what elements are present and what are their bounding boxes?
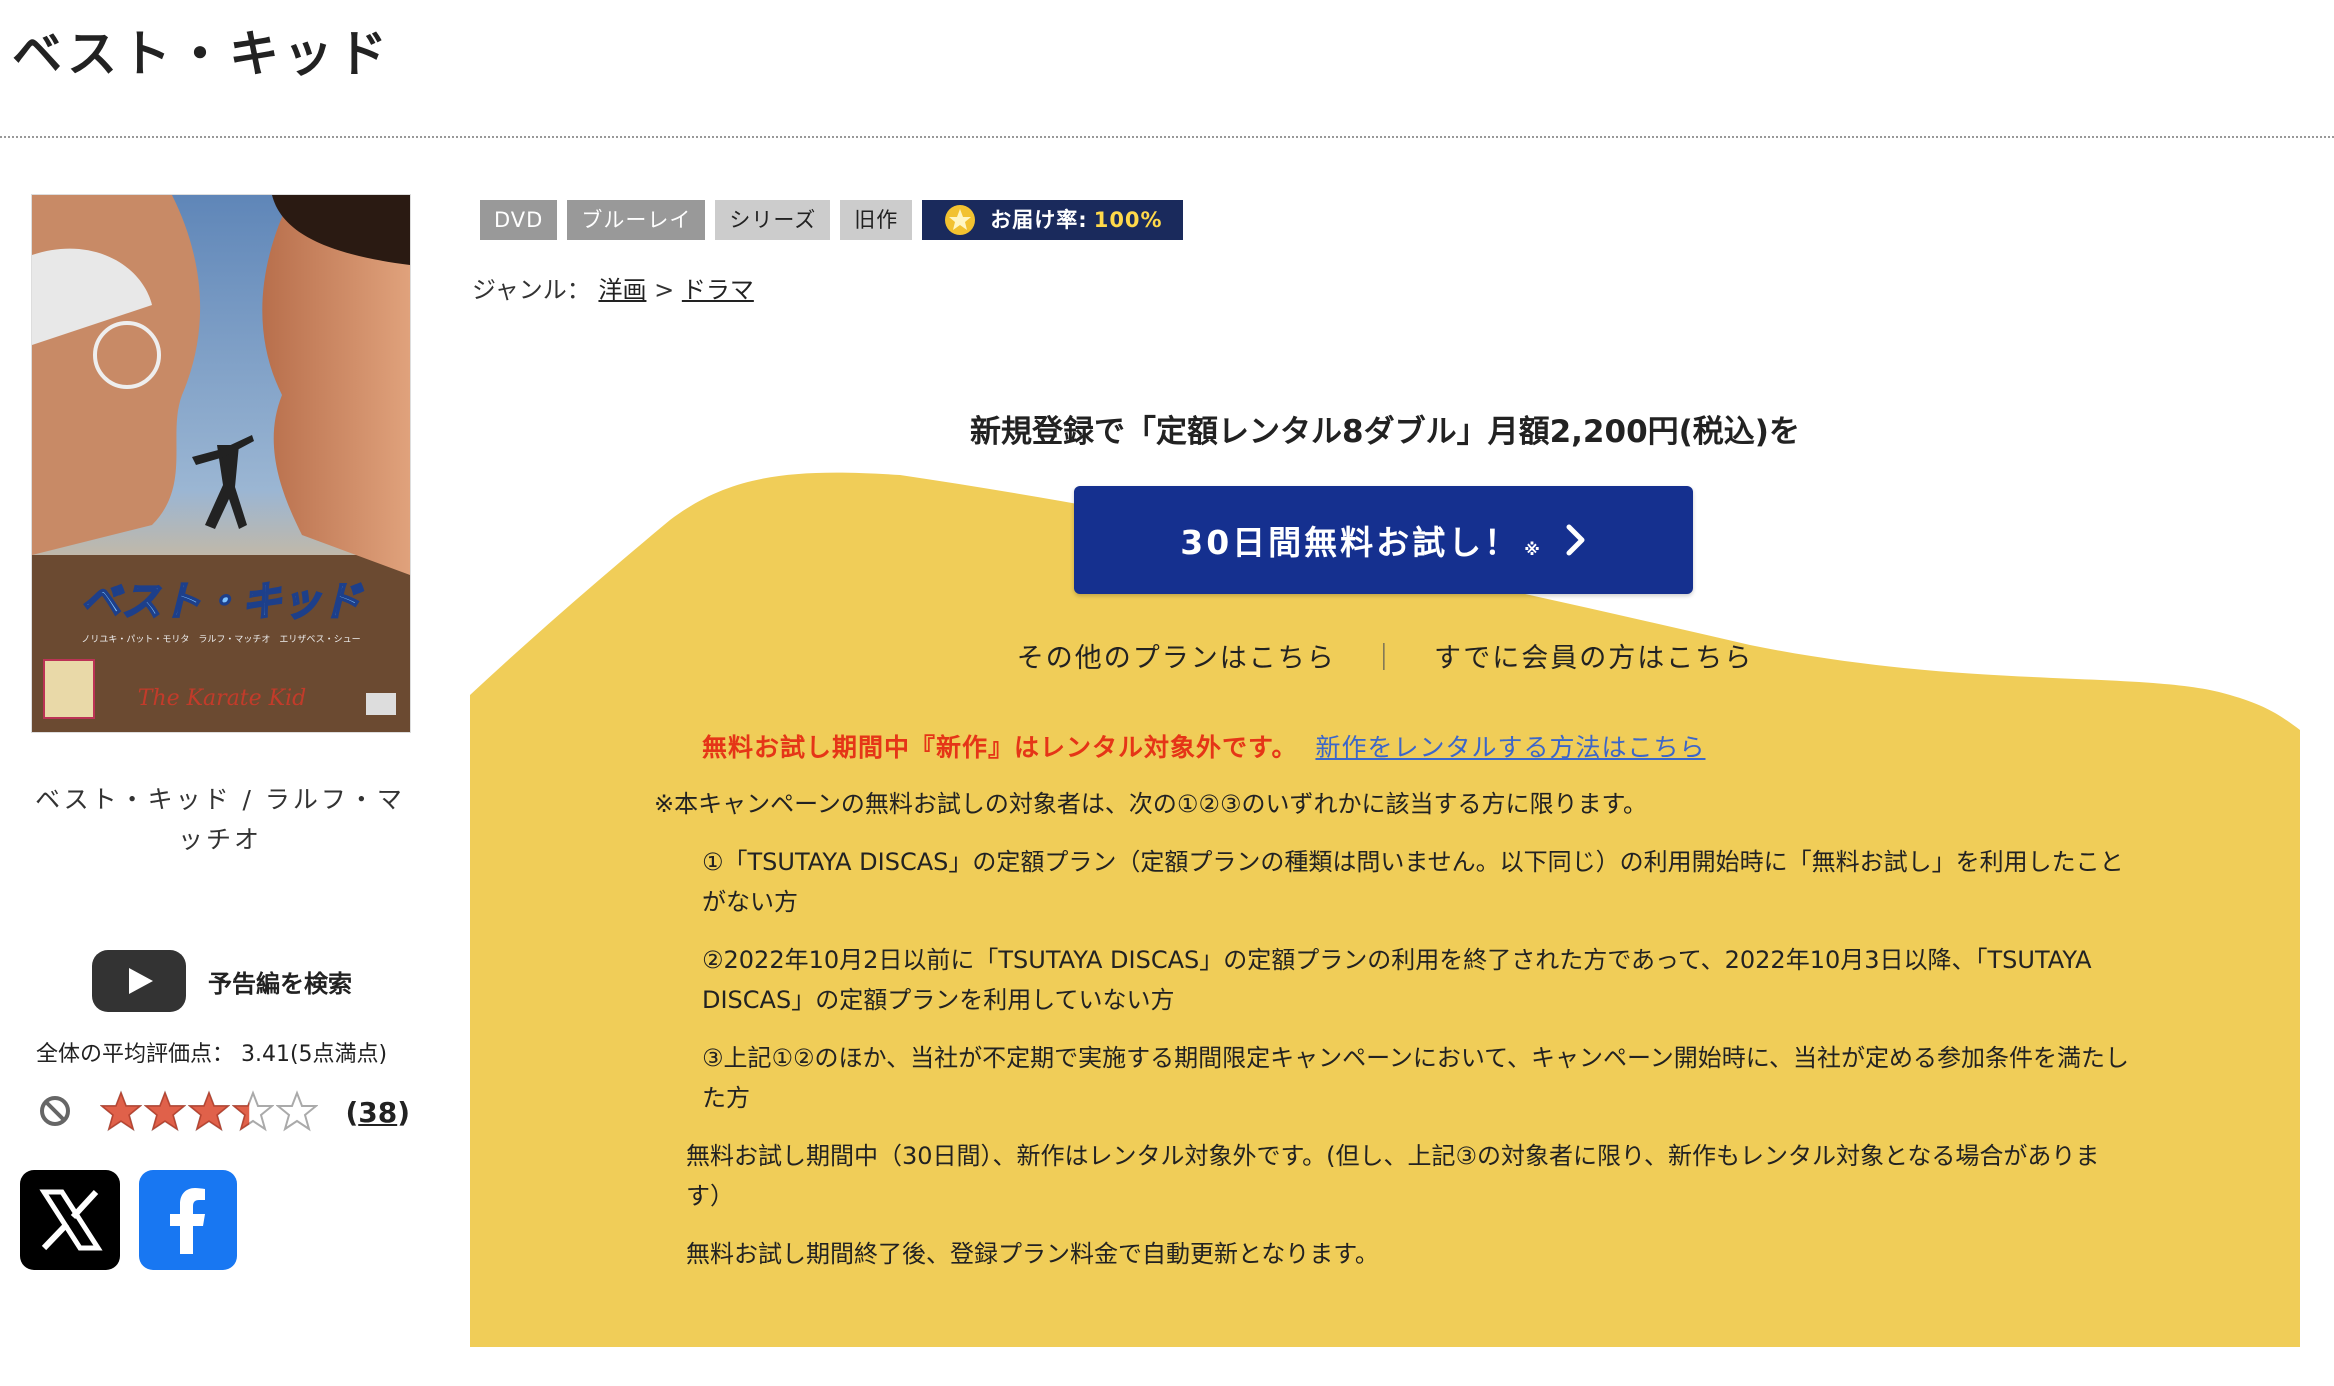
- rating-star-icon: [276, 1090, 318, 1132]
- youtube-play-icon: [92, 950, 186, 1012]
- terms-item-2: ②2022年10月2日以前に「TSUTAYA DISCAS」の定額プランの利用を…: [702, 946, 2092, 1014]
- badge-series: シリーズ: [715, 200, 831, 240]
- genre-link-child[interactable]: ドラマ: [682, 276, 754, 304]
- chevron-right-icon: [1566, 524, 1585, 556]
- badge-dvd: DVD: [480, 200, 558, 240]
- delivery-rate-label: お届け率:: [990, 208, 1088, 232]
- rating-star-icon: [232, 1090, 274, 1132]
- genre-label: ジャンル：: [472, 276, 591, 304]
- header-divider: [0, 136, 2334, 138]
- review-count-close: ): [397, 1096, 410, 1129]
- facebook-logo-icon: [170, 1188, 205, 1254]
- new-release-notice: 無料お試し期間中『新作』はレンタル対象外です。 新作をレンタルする方法はこちら: [702, 728, 1705, 764]
- star-rating: [100, 1090, 320, 1136]
- poster-artwork: ベスト・キッド ノリユキ・パット・モリタ ラルフ・マッチオ エリザベス・シュー …: [32, 195, 410, 732]
- x-share-button[interactable]: [20, 1170, 120, 1270]
- free-trial-label: 30日間無料お試し！: [1180, 523, 1521, 562]
- poster-caption: ベスト・キッド / ラルフ・マッチオ: [35, 785, 405, 854]
- poster-title-art: ベスト・キッド: [81, 579, 364, 625]
- delivery-rate-value: 100%: [1093, 208, 1163, 232]
- terms-item-3: ③上記①②のほか、当社が不定期で実施する期間限定キャンペーンにおいて、キャンペー…: [702, 1044, 2130, 1112]
- free-trial-note-mark: ※: [1524, 539, 1543, 559]
- new-release-warning: 無料お試し期間中『新作』はレンタル対象外です。: [702, 733, 1298, 762]
- terms-auto-renew-note: 無料お試し期間終了後、登録プラン料金で自動更新となります。: [686, 1240, 1379, 1268]
- rating-star-icon: [144, 1090, 186, 1132]
- svg-text:The Karate Kid: The Karate Kid: [138, 686, 306, 711]
- genre-breadcrumb: ジャンル： 洋画 > ドラマ: [472, 270, 754, 305]
- member-login-link[interactable]: すでに会員の方はこちら: [1434, 643, 1753, 674]
- movie-poster[interactable]: ベスト・キッド ノリユキ・パット・モリタ ラルフ・マッチオ エリザベス・シュー …: [31, 194, 411, 733]
- badge-bluray: ブルーレイ: [567, 200, 706, 240]
- average-rating-text: 全体の平均評価点： 3.41(5点満点): [36, 1042, 388, 1067]
- badge-old-release: 旧作: [840, 200, 913, 240]
- trailer-search-button[interactable]: 予告編を検索: [92, 950, 352, 1012]
- terms-intro: ※本キャンペーンの無料お試しの対象者は、次の①②③のいずれかに該当する方に限りま…: [654, 790, 1648, 818]
- no-entry-icon[interactable]: [38, 1094, 72, 1128]
- rating-star-icon: [100, 1090, 142, 1132]
- genre-link-parent[interactable]: 洋画: [598, 276, 646, 304]
- format-badges: DVD ブルーレイ シリーズ 旧作 お届け率: 100%: [480, 200, 1193, 240]
- genre-separator: >: [654, 276, 675, 304]
- free-trial-button[interactable]: 30日間無料お試し！ ※: [1074, 486, 1693, 594]
- review-count-open: (: [345, 1096, 359, 1129]
- trailer-search-label: 予告編を検索: [208, 969, 352, 998]
- facebook-share-button[interactable]: [139, 1170, 237, 1270]
- review-count[interactable]: (38): [345, 1096, 410, 1129]
- gold-star-icon: [945, 205, 976, 235]
- campaign-headline: 新規登録で「定額レンタル8ダブル」月額2,200円(税込)を: [970, 414, 1800, 450]
- poster-cast-art: ノリユキ・パット・モリタ ラルフ・マッチオ エリザベス・シュー: [81, 634, 360, 645]
- rating-star-icon: [188, 1090, 230, 1132]
- plan-links: その他のプランはこちら ｜ すでに会員の方はこちら: [1000, 636, 1770, 675]
- links-separator: ｜: [1370, 643, 1400, 674]
- page-title: ベスト・キッド: [12, 25, 391, 83]
- other-plans-link[interactable]: その他のプランはこちら: [1017, 643, 1336, 674]
- terms-item-1: ①「TSUTAYA DISCAS」の定額プラン（定額プランの種類は問いません。以…: [702, 848, 2124, 916]
- x-logo-icon: [39, 1189, 103, 1251]
- campaign-terms: ※本キャンペーンの無料お試しの対象者は、次の①②③のいずれかに該当する方に限りま…: [654, 784, 2134, 1292]
- delivery-rate-badge: お届け率: 100%: [922, 200, 1183, 240]
- rating-row: (38): [38, 1090, 410, 1140]
- new-release-rental-link[interactable]: 新作をレンタルする方法はこちら: [1315, 733, 1705, 762]
- review-count-link[interactable]: 38: [358, 1096, 397, 1129]
- terms-new-release-note: 無料お試し期間中（30日間）、新作はレンタル対象外です。(但し、上記③の対象者に…: [686, 1142, 2100, 1210]
